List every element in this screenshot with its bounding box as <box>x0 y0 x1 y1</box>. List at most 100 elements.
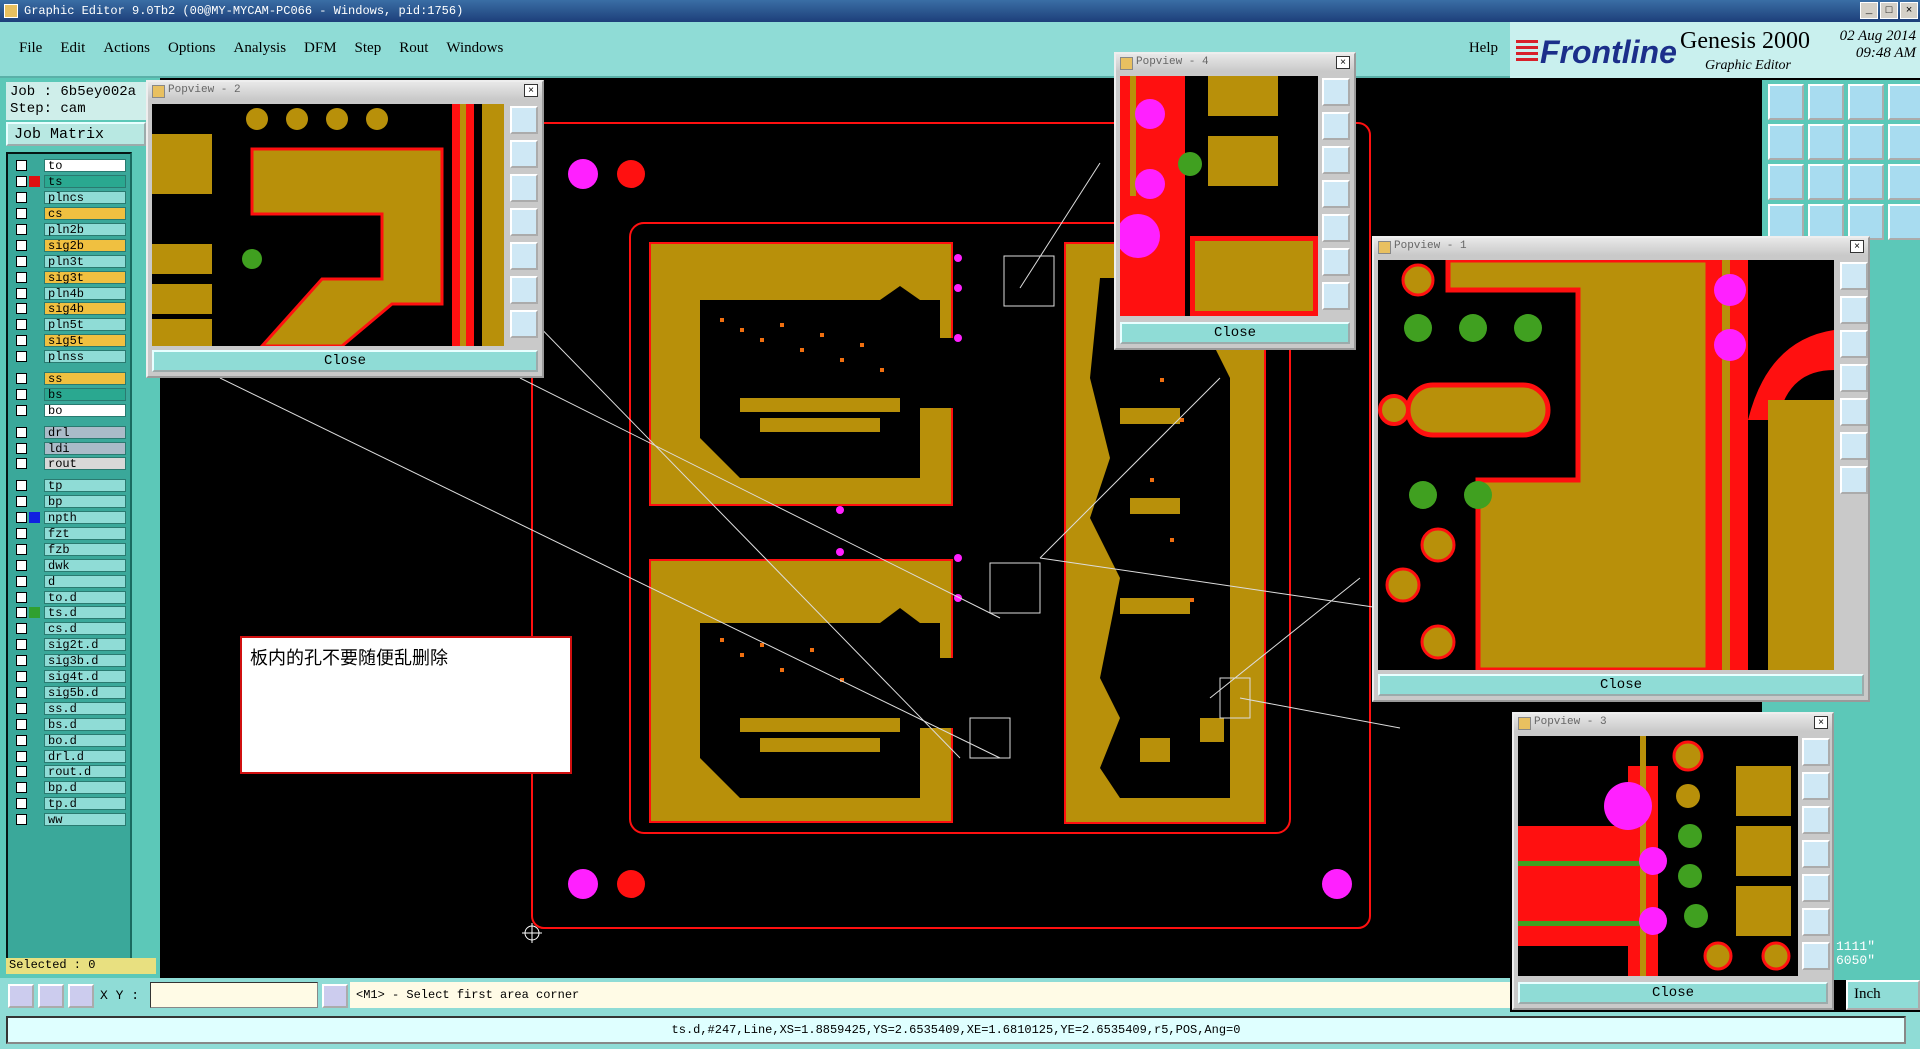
layer-checkbox[interactable] <box>16 750 27 762</box>
layer-name[interactable]: sig4b <box>44 302 126 316</box>
layer-name[interactable]: pln4b <box>44 286 126 300</box>
layer-row-pln3t[interactable]: pln3t <box>10 253 128 269</box>
menu-rout[interactable]: Rout <box>390 40 437 57</box>
right-tool-9-icon[interactable] <box>1768 164 1804 200</box>
layer-row-d[interactable]: d <box>10 573 128 589</box>
menu-edit[interactable]: Edit <box>51 40 94 57</box>
layer-row-sig3t[interactable]: sig3t <box>10 269 128 285</box>
layer-name[interactable]: sig2t.d <box>44 638 126 652</box>
right-tool-14-icon[interactable] <box>1808 204 1844 240</box>
layer-name[interactable]: sig4t.d <box>44 670 126 684</box>
right-tool-11-icon[interactable] <box>1848 164 1884 200</box>
layer-checkbox[interactable] <box>16 734 27 746</box>
layer-name[interactable]: tp <box>44 479 126 493</box>
layer-name[interactable]: ss <box>44 372 126 386</box>
pan-right-icon[interactable] <box>1840 398 1868 426</box>
right-tool-4-icon[interactable] <box>1888 84 1920 120</box>
layer-row-fzb[interactable]: fzb <box>10 541 128 557</box>
right-tool-2-icon[interactable] <box>1808 84 1844 120</box>
layer-row-pln2b[interactable]: pln2b <box>10 222 128 238</box>
layer-row-sig4t-d[interactable]: sig4t.d <box>10 669 128 685</box>
layer-row-bo[interactable]: bo <box>10 402 128 418</box>
layer-name[interactable]: pln2b <box>44 223 126 237</box>
layer-name[interactable]: sig5t <box>44 334 126 348</box>
layer-checkbox[interactable] <box>16 782 27 794</box>
layer-row-sig5t[interactable]: sig5t <box>10 333 128 349</box>
layer-checkbox[interactable] <box>16 160 27 172</box>
pan-up-icon[interactable] <box>510 140 538 168</box>
layer-row-dwk[interactable]: dwk <box>10 557 128 573</box>
layer-checkbox[interactable] <box>16 480 27 492</box>
pan-down-icon[interactable] <box>1802 806 1830 834</box>
close-window-button[interactable]: × <box>1900 2 1918 19</box>
layer-row-ldi[interactable]: ldi <box>10 440 128 456</box>
layer-row-rout[interactable]: rout <box>10 456 128 472</box>
pan-left-icon[interactable] <box>510 208 538 236</box>
layer-name[interactable]: cs.d <box>44 622 126 636</box>
job-matrix-button[interactable]: Job Matrix ... <box>6 122 146 160</box>
layer-row-fzt[interactable]: fzt <box>10 526 128 542</box>
pan-down-icon[interactable] <box>1322 146 1350 174</box>
pan-left-icon[interactable] <box>1802 840 1830 868</box>
layer-row-to-d[interactable]: to.d <box>10 589 128 605</box>
layer-checkbox[interactable] <box>16 287 27 299</box>
right-tool-16-icon[interactable] <box>1888 204 1920 240</box>
xy-input[interactable] <box>150 982 318 1008</box>
zoom-out-icon[interactable] <box>1802 942 1830 970</box>
zoom-out-icon[interactable] <box>1840 466 1868 494</box>
layer-row-sig2b[interactable]: sig2b <box>10 237 128 253</box>
popview-2-close-button[interactable]: Close <box>152 350 538 372</box>
layer-checkbox[interactable] <box>16 496 27 508</box>
menu-file[interactable]: File <box>10 40 51 57</box>
layer-checkbox[interactable] <box>16 373 27 385</box>
alert-icon[interactable] <box>322 984 348 1008</box>
zoom-home-icon[interactable] <box>1322 78 1350 106</box>
menu-windows[interactable]: Windows <box>437 40 512 57</box>
popview-3-close-icon[interactable]: × <box>1814 716 1828 729</box>
layer-row-plncs[interactable]: plncs <box>10 190 128 206</box>
layer-name[interactable]: pln5t <box>44 318 126 332</box>
unit-selector[interactable]: Inch <box>1846 980 1920 1010</box>
layer-name[interactable]: bp <box>44 495 126 509</box>
layer-row-sig4b[interactable]: sig4b <box>10 301 128 317</box>
layer-checkbox[interactable] <box>16 766 27 778</box>
layer-name[interactable]: fzt <box>44 527 126 541</box>
layer-name[interactable]: fzb <box>44 542 126 556</box>
pan-left-icon[interactable] <box>1840 364 1868 392</box>
layer-name[interactable]: npth <box>44 511 126 525</box>
layer-checkbox[interactable] <box>16 686 27 698</box>
layer-checkbox[interactable] <box>16 512 27 524</box>
measure-tool-icon[interactable] <box>38 984 64 1008</box>
layer-name[interactable]: bs <box>44 387 126 401</box>
menu-help[interactable]: Help <box>1469 40 1498 57</box>
layer-name[interactable]: plnss <box>44 350 126 364</box>
maximize-button[interactable]: □ <box>1880 2 1898 19</box>
pan-up-icon[interactable] <box>1322 112 1350 140</box>
menu-actions[interactable]: Actions <box>94 40 159 57</box>
layer-name[interactable]: drl.d <box>44 749 126 763</box>
layer-row-cs[interactable]: cs <box>10 206 128 222</box>
layer-name[interactable]: drl <box>44 425 126 439</box>
layer-checkbox[interactable] <box>16 426 27 438</box>
layer-checkbox[interactable] <box>16 575 27 587</box>
layer-checkbox[interactable] <box>16 639 27 651</box>
layer-checkbox[interactable] <box>16 335 27 347</box>
popview-3-close-button[interactable]: Close <box>1518 982 1828 1004</box>
zoom-home-icon[interactable] <box>1802 738 1830 766</box>
pan-down-icon[interactable] <box>510 174 538 202</box>
layer-row-sig3b-d[interactable]: sig3b.d <box>10 653 128 669</box>
layer-name[interactable]: to.d <box>44 590 126 604</box>
layer-name[interactable]: bo.d <box>44 733 126 747</box>
pan-up-icon[interactable] <box>1802 772 1830 800</box>
zoom-home-icon[interactable] <box>1840 262 1868 290</box>
layer-row-bs-d[interactable]: bs.d <box>10 716 128 732</box>
popview-1-close-button[interactable]: Close <box>1378 674 1864 696</box>
layer-name[interactable]: sig2b <box>44 238 126 252</box>
pan-right-icon[interactable] <box>510 242 538 270</box>
layer-name[interactable]: bo <box>44 403 126 417</box>
layer-name[interactable]: pln3t <box>44 254 126 268</box>
layer-checkbox[interactable] <box>16 271 27 283</box>
layer-checkbox[interactable] <box>16 442 27 454</box>
layer-row-bp-d[interactable]: bp.d <box>10 780 128 796</box>
layer-row-cs-d[interactable]: cs.d <box>10 621 128 637</box>
